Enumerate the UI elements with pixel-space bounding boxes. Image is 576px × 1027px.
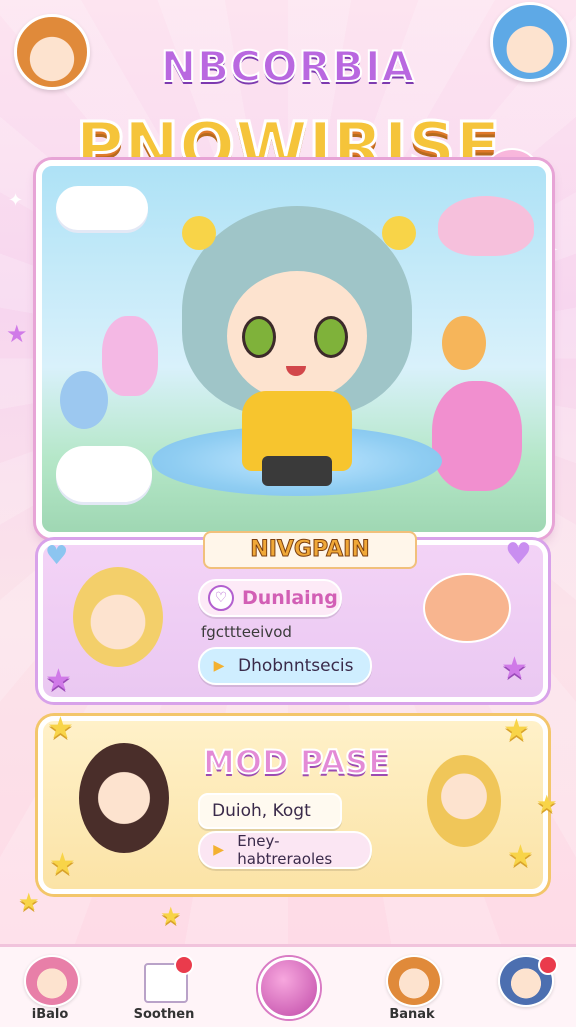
star-icon: ★ — [18, 888, 40, 916]
nav-item-label: iBalo — [31, 1007, 69, 1022]
triangle-play-icon: ▶ — [213, 658, 225, 674]
hair-clip-icon — [182, 216, 216, 250]
chibi-yellow-hair-avatar — [427, 755, 501, 847]
balloon-icon — [60, 371, 108, 429]
heart-icon: ♡ — [208, 585, 234, 611]
nav-item-label: Banak — [389, 1007, 435, 1022]
notification-heart-icon — [174, 955, 194, 975]
cloud-icon — [56, 446, 152, 502]
nav-item-label: Soothen — [133, 1007, 195, 1022]
star-icon: ★ — [536, 790, 558, 818]
cloud-icon — [56, 186, 148, 230]
balloon-icon — [442, 316, 486, 370]
nav-item-center[interactable] — [240, 947, 336, 1027]
nav-item-ibalo[interactable]: iBalo — [2, 947, 98, 1027]
panel-bottom-input-value: Duioh, Kogt — [212, 801, 311, 821]
character-eye-right — [314, 316, 348, 358]
star-icon: ★ — [47, 711, 74, 746]
bunny-icon — [102, 316, 158, 396]
star-icon: ★ — [49, 847, 76, 882]
panel-top-tag-label: Dunlaing — [242, 587, 338, 609]
star-icon: ★ — [160, 902, 182, 930]
panel-bottom-input[interactable]: Duioh, Kogt — [198, 793, 342, 829]
panel-top-button-label: Dhobnntsecis — [238, 656, 354, 676]
hero-scene[interactable] — [36, 160, 552, 538]
bottom-nav: iBalo Soothen Banak — [0, 944, 576, 1027]
star-icon: ★ — [501, 651, 528, 686]
avatar-girl-orange-icon — [386, 955, 442, 1007]
triangle-play-icon: ▶ — [213, 842, 225, 858]
star-icon: ★ — [503, 713, 530, 748]
center-orb-icon — [258, 957, 320, 1019]
nav-item-banak[interactable]: Banak — [364, 947, 460, 1027]
info-panel-top: NIVGPAIN ♡ Dunlaing fgcttteeivod ▶ Dhobn… — [38, 531, 548, 702]
heart-deco-icon: ♥ — [45, 541, 69, 571]
sparkle-icon: ✦ — [8, 190, 24, 211]
star-icon: ★ — [45, 663, 72, 698]
panel-top-button[interactable]: ▶ Dhobnntsecis — [198, 647, 372, 685]
panel-top-tag[interactable]: ♡ Dunlaing — [198, 579, 342, 617]
star-icon: ★ — [507, 839, 534, 874]
heart-deco-icon: ♥ — [505, 537, 532, 572]
panel-bottom-button[interactable]: ▶ Eney-habtreraoles — [198, 831, 372, 869]
ufo-icon — [438, 196, 534, 256]
game-subtitle: NBCORBIA — [160, 41, 416, 92]
panel-top-heading: NIVGPAIN — [203, 531, 417, 569]
nav-item-soothen[interactable]: Soothen — [116, 947, 212, 1027]
character-shorts — [262, 456, 332, 486]
pig-mascot-icon — [423, 573, 511, 643]
notification-heart-icon — [538, 955, 558, 975]
bunny-icon — [432, 381, 522, 491]
panel-top-caption: fgcttteeivod — [201, 623, 292, 641]
panel-bottom-heading: MOD PASE — [202, 742, 391, 782]
avatar-girl-pink-icon — [24, 955, 80, 1007]
nav-item-profile[interactable] — [476, 947, 572, 1027]
panel-bottom-button-label: Eney-habtreraoles — [237, 832, 333, 868]
character-eye-left — [242, 316, 276, 358]
chibi-blonde-avatar — [73, 567, 163, 667]
star-icon: ★ — [6, 320, 28, 348]
chibi-brunette-avatar — [79, 743, 169, 853]
hair-clip-icon — [382, 216, 416, 250]
info-panel-bottom: MOD PASE Duioh, Kogt ▶ Eney-habtreraoles… — [38, 711, 548, 894]
